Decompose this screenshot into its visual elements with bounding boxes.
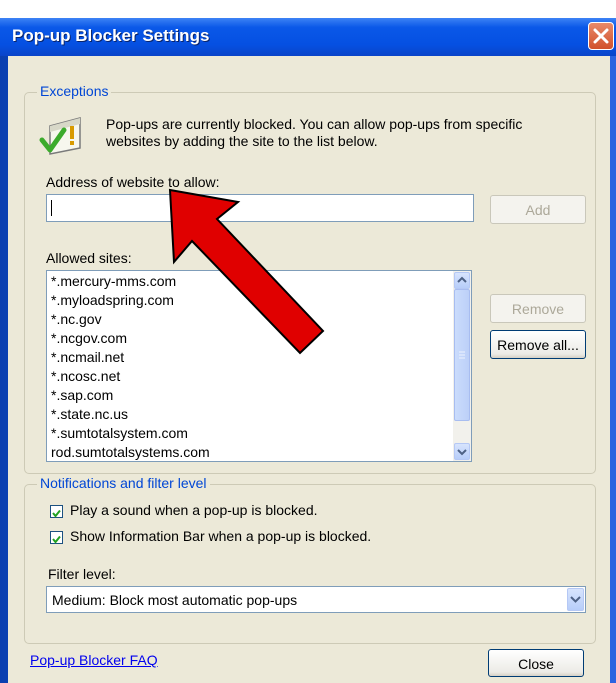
- annotation-arrow: [168, 188, 325, 355]
